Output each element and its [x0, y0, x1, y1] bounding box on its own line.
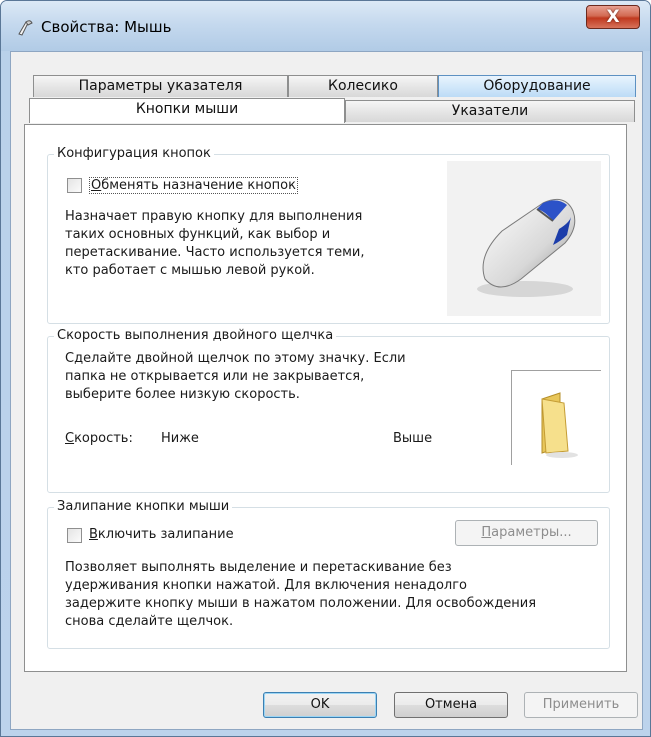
- speed-low-label: Ниже: [161, 431, 199, 446]
- folder-icon[interactable]: [512, 371, 602, 466]
- swap-buttons-label[interactable]: Обменять назначение кнопок: [89, 177, 298, 194]
- ok-button[interactable]: OK: [263, 692, 377, 718]
- close-icon: X: [606, 7, 620, 27]
- tab-hardware[interactable]: Оборудование: [438, 75, 636, 97]
- double-click-test-area[interactable]: [511, 370, 601, 465]
- apply-button[interactable]: Применить: [524, 692, 638, 718]
- speed-high-label: Выше: [393, 431, 433, 446]
- tab-wheel[interactable]: Колесико: [288, 75, 438, 97]
- mouse-properties-window: Свойства: Мышь X Параметры указателя Кол…: [0, 0, 651, 737]
- tab-buttons[interactable]: Кнопки мыши: [29, 98, 345, 123]
- mouse-image-icon: [477, 198, 576, 297]
- click-lock-legend: Залипание кнопки мыши: [54, 499, 233, 514]
- button-config-legend: Конфигурация кнопок: [54, 146, 214, 161]
- tab-pointer-options[interactable]: Параметры указателя: [33, 75, 288, 97]
- double-click-description: Сделайте двойной щелчок по этому значку.…: [65, 351, 406, 402]
- click-lock-description: Позволяет выполнять выделение и перетаск…: [65, 560, 537, 629]
- swap-buttons-checkbox[interactable]: [67, 178, 82, 193]
- mouse-cursor-icon: [18, 20, 33, 36]
- window-title: Свойства: Мышь: [41, 18, 172, 36]
- double-click-legend: Скорость выполнения двойного щелчка: [54, 328, 337, 343]
- close-button[interactable]: X: [586, 5, 640, 29]
- title-bar[interactable]: Свойства: Мышь X: [1, 1, 650, 51]
- swap-buttons-description: Назначает правую кнопку для выполнения т…: [65, 209, 365, 278]
- speed-label: Скорость:: [65, 431, 133, 446]
- mouse-picture: [447, 161, 601, 316]
- click-lock-checkbox[interactable]: [67, 528, 82, 543]
- cancel-button[interactable]: Отмена: [394, 692, 508, 718]
- click-lock-label[interactable]: Включить залипание: [89, 527, 234, 542]
- buttons-tab-panel: Конфигурация кнопок Обменять назначение …: [24, 124, 627, 672]
- tab-pointers[interactable]: Указатели: [345, 100, 635, 122]
- click-lock-settings-button[interactable]: Параметры...: [455, 520, 598, 546]
